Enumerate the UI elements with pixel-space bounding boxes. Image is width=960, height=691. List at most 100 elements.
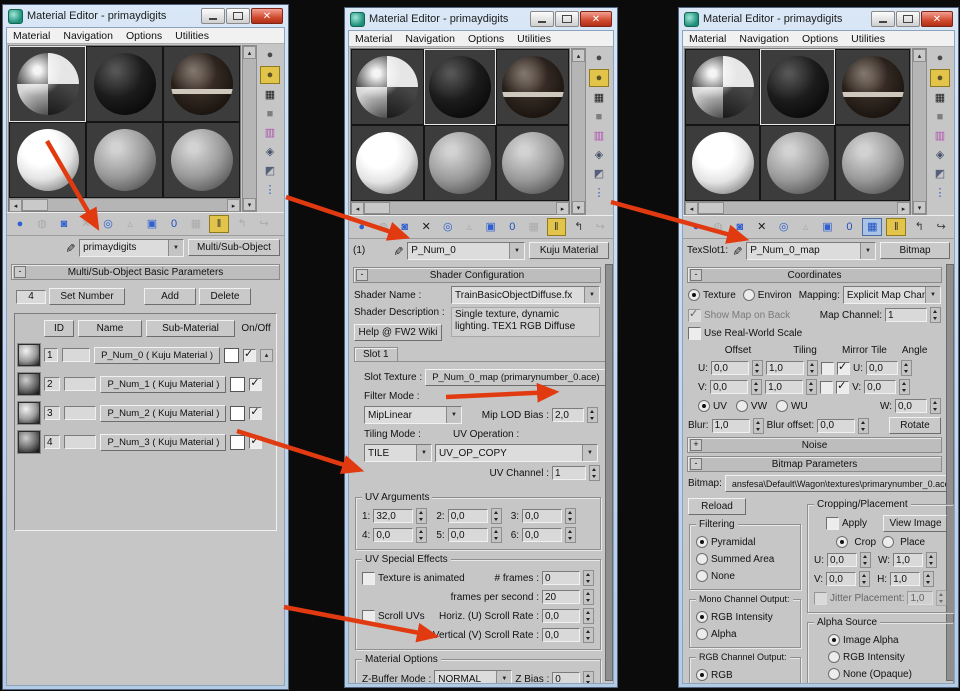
spinner[interactable] (583, 627, 594, 643)
eyedropper-icon[interactable]: ✎ (391, 245, 405, 255)
blur-offset-field[interactable]: 0,0 (817, 419, 855, 433)
jitter-placement-checkbox[interactable] (814, 592, 827, 605)
spinner[interactable] (930, 398, 941, 414)
go-to-parent-icon[interactable]: ↰ (570, 219, 588, 235)
sample-type-icon[interactable]: ● (261, 47, 279, 63)
u-offset-field[interactable]: 0,0 (711, 361, 749, 375)
id-field[interactable]: 4 (44, 435, 60, 449)
uv-arg-field[interactable]: 0,0 (522, 509, 562, 523)
spinner[interactable] (565, 508, 576, 524)
v-mirror-checkbox[interactable] (820, 381, 833, 394)
z-bias-field[interactable]: 0 (552, 672, 580, 683)
scroll-left-icon[interactable]: ◂ (9, 199, 22, 212)
column-header-sub-material[interactable]: Sub-Material (146, 320, 235, 337)
material-type-button[interactable]: Multi/Sub-Object (188, 239, 280, 256)
spinner[interactable] (860, 552, 871, 568)
select-by-material-icon[interactable]: ◩ (261, 163, 279, 179)
material-name-dropdown[interactable]: primaydigits▼ (79, 239, 184, 257)
sample-slot-6[interactable] (835, 125, 910, 201)
none-filter-radio[interactable] (696, 570, 708, 582)
spinner[interactable] (753, 418, 764, 434)
crop-radio[interactable] (836, 536, 848, 548)
color-swatch[interactable] (230, 377, 245, 392)
make-material-copy-icon[interactable]: ◎ (99, 216, 117, 232)
minimize-button[interactable] (201, 8, 225, 24)
rgb-radio[interactable] (696, 669, 708, 681)
menu-navigation[interactable]: Navigation (739, 33, 789, 45)
u-mirror-checkbox[interactable] (821, 362, 834, 375)
material-map-navigator-icon[interactable]: ⋮ (931, 185, 949, 201)
material-id-channel-icon[interactable]: 0 (165, 216, 183, 232)
show-map-in-viewport-icon[interactable]: ▦ (525, 219, 543, 235)
view-image-button[interactable]: View Image (883, 515, 947, 532)
column-header-id[interactable]: ID (44, 320, 74, 337)
tiling-mode-dropdown[interactable]: TILE▼ (364, 444, 432, 462)
background-icon[interactable]: ▦ (590, 90, 608, 106)
blur-field[interactable]: 1,0 (712, 419, 750, 433)
spinner[interactable] (899, 379, 910, 395)
material-thumbnail[interactable] (18, 373, 40, 395)
summed-area-radio[interactable] (696, 553, 708, 565)
rollout-multi-sub-object[interactable]: -Multi/Sub-Object Basic Parameters (11, 264, 280, 280)
shader-name-dropdown[interactable]: TrainBasicObjectDiffuse.fx▼ (451, 286, 600, 304)
name-field[interactable] (64, 377, 96, 391)
u-tile-checkbox[interactable] (837, 362, 850, 375)
rotate-button[interactable]: Rotate (889, 417, 941, 434)
uv-arg-field[interactable]: 0,0 (448, 509, 488, 523)
uv-arg-field[interactable]: 0,0 (522, 528, 562, 542)
sample-slot-6[interactable] (496, 125, 569, 201)
scroll-up-icon[interactable]: ▴ (243, 46, 256, 59)
onoff-checkbox[interactable] (243, 349, 256, 362)
num-frames-field[interactable]: 0 (542, 571, 580, 585)
put-to-library-icon[interactable]: ▣ (143, 216, 161, 232)
spinner[interactable] (583, 671, 594, 683)
video-color-check-icon[interactable]: ▥ (931, 128, 949, 144)
map-channel-field[interactable]: 1 (885, 308, 927, 322)
spinner[interactable] (901, 360, 912, 376)
panel-scrollbar[interactable] (946, 264, 954, 681)
go-to-parent-icon[interactable]: ↰ (910, 219, 928, 235)
rollout-shader-configuration[interactable]: -Shader Configuration (353, 267, 601, 283)
options-icon[interactable]: ◈ (931, 147, 949, 163)
menu-utilities[interactable]: Utilities (517, 33, 551, 45)
add-button[interactable]: Add (144, 288, 196, 305)
scrollbar-thumb[interactable] (364, 202, 390, 214)
assign-material-to-selection-icon[interactable]: ◙ (396, 219, 414, 235)
sample-type-icon[interactable]: ● (590, 50, 608, 66)
rollout-bitmap-parameters[interactable]: -Bitmap Parameters (687, 456, 942, 472)
alpha-radio[interactable] (696, 628, 708, 640)
show-end-result-icon[interactable]: ‖ (886, 218, 906, 236)
scroll-uvs-checkbox[interactable] (362, 610, 375, 623)
material-name-dropdown[interactable]: P_Num_0▼ (407, 242, 525, 260)
reload-button[interactable]: Reload (688, 498, 746, 515)
spinner[interactable] (858, 418, 869, 434)
sample-slot-1[interactable] (9, 46, 86, 122)
go-forward-sibling-icon[interactable]: ↪ (932, 219, 950, 235)
menu-material[interactable]: Material (13, 30, 50, 42)
list-scroll-up-icon[interactable]: ▴ (260, 349, 273, 362)
spinner[interactable] (587, 407, 598, 423)
name-field[interactable] (64, 406, 96, 420)
name-field[interactable] (62, 348, 90, 362)
image-alpha-radio[interactable] (828, 634, 840, 646)
make-unique-icon[interactable]: ▵ (461, 219, 479, 235)
tab-slot-1[interactable]: Slot 1 (354, 347, 398, 361)
backlight-icon[interactable]: ● (930, 69, 950, 87)
bitmap-path-button[interactable]: ansfesa\Default\Wagon\textures\primarynu… (725, 475, 954, 492)
v-tile-checkbox[interactable] (836, 381, 849, 394)
spinner[interactable] (936, 590, 947, 606)
sample-uv-tiling-icon[interactable]: ■ (261, 106, 279, 122)
put-material-to-scene-icon[interactable]: ◍ (33, 216, 51, 232)
reset-map-icon[interactable]: ✕ (753, 219, 771, 235)
column-header-name[interactable]: Name (78, 320, 142, 337)
spinner[interactable] (416, 527, 427, 543)
options-icon[interactable]: ◈ (590, 147, 608, 163)
crop-u-field[interactable]: 0,0 (827, 553, 857, 567)
menu-options[interactable]: Options (126, 30, 162, 42)
scroll-right-icon[interactable]: ▸ (897, 202, 910, 215)
material-map-navigator-icon[interactable]: ⋮ (261, 182, 279, 198)
minimize-button[interactable] (871, 11, 895, 27)
sample-slot-5[interactable] (424, 125, 497, 201)
jitter-placement-field[interactable]: 1,0 (907, 591, 933, 605)
sample-uv-tiling-icon[interactable]: ■ (590, 109, 608, 125)
